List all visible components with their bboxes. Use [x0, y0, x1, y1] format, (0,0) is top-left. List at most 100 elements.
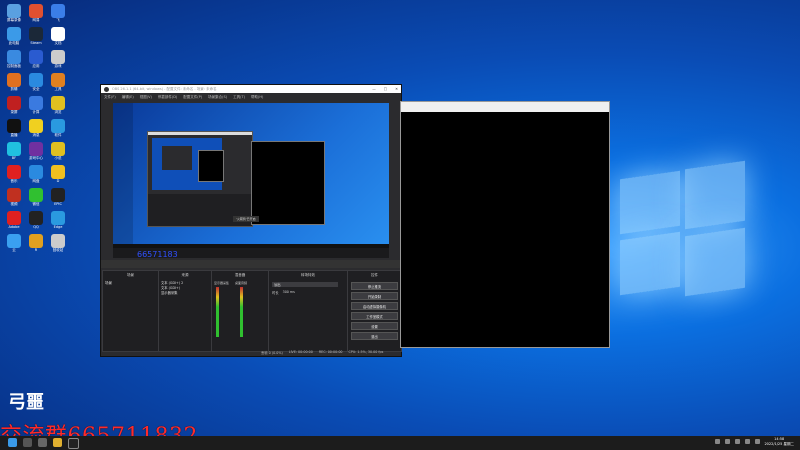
desktop-icon-label: 文档: [54, 41, 62, 45]
desktop-icon-grid: 屏幕录像 网易 飞此电脑 Steam 文档 控制面板 应用 游戏 剪辑 安全 工具 录屏 计算 浏览 直播 消…: [0, 0, 75, 440]
exit-button[interactable]: 退出: [351, 332, 398, 340]
preview-desktop-capture: '火箭筒'已开启: [113, 103, 389, 248]
transitions-dock-title: 转场特效: [301, 272, 315, 277]
sources-dock-title: 来源: [181, 272, 189, 277]
app-icon: [7, 165, 21, 179]
volume-meter[interactable]: [216, 287, 219, 337]
desktop-icon-label: 应用: [32, 64, 40, 68]
desktop-icon-label: 剪辑: [10, 87, 18, 91]
black-projector-window[interactable]: [400, 101, 610, 348]
app-icon: [51, 165, 65, 179]
preview-inner-obs-window: [147, 131, 253, 227]
desktop-icon-label: 软件: [54, 133, 62, 137]
app-icon: [7, 188, 21, 202]
app-icon: [51, 50, 65, 64]
desktop-icon-label: 云: [12, 248, 16, 252]
network-icon[interactable]: [745, 439, 750, 444]
settings-button[interactable]: 设置: [351, 322, 398, 330]
obs-docks: 场景 场景 来源 文本 (GDI+) 2 文本 (GDI+) 显示器采集 混音器…: [101, 260, 402, 356]
desktop-icon-label: R: [34, 248, 38, 252]
start-virtual-camera-button[interactable]: 启动虚拟摄像机: [351, 302, 398, 310]
status-live: LIVE: 00:00:00: [288, 350, 313, 354]
app-icon: [29, 188, 43, 202]
system-tray: [715, 439, 760, 444]
obs-title: OBS 26.1.1 (64-bit, windows) - 配置文件: 未命名…: [112, 86, 217, 91]
volume-icon[interactable]: [755, 439, 760, 444]
task-view-icon[interactable]: [38, 438, 47, 447]
desktop-icon-label: 屏幕录像: [7, 18, 21, 22]
tray-icon[interactable]: [725, 439, 730, 444]
app-icon: [29, 211, 43, 225]
menu-scene-collection[interactable]: 场景集合(S): [208, 95, 227, 100]
tray-icon[interactable]: [715, 439, 720, 444]
duration-label: 时长: [272, 291, 279, 295]
menu-docks[interactable]: 停靠部件(D): [158, 95, 177, 100]
desktop-icon-label: 计算: [32, 110, 40, 114]
duration-input[interactable]: 300 ms: [283, 290, 295, 295]
obs-preview[interactable]: '火箭筒'已开启 66571183: [113, 103, 389, 259]
scene-list-item[interactable]: 场景: [105, 281, 112, 286]
menu-tools[interactable]: 工具(T): [233, 95, 245, 100]
app-icon: [29, 165, 43, 179]
app-icon: [7, 234, 21, 248]
desktop-icon-label: Edge: [53, 225, 63, 229]
stop-streaming-button[interactable]: 停止推流: [351, 282, 398, 290]
explorer-icon[interactable]: [53, 438, 62, 447]
minimize-icon[interactable]: —: [372, 87, 376, 91]
sources-dock: 来源 文本 (GDI+) 2 文本 (GDI+) 显示器采集: [158, 270, 212, 352]
search-icon[interactable]: [23, 438, 32, 447]
obs-taskbar-icon[interactable]: [68, 438, 79, 449]
close-icon[interactable]: ✕: [395, 87, 398, 91]
taskbar-clock[interactable]: 14:58 2022/1/25 星期二: [764, 437, 794, 447]
obs-titlebar[interactable]: OBS 26.1.1 (64-bit, windows) - 配置文件: 未命名…: [101, 85, 401, 93]
status-dropped: 丢帧 0 (0.0%): [261, 351, 283, 355]
app-icon: [51, 73, 65, 87]
desktop-icon-label: Adobe: [8, 225, 20, 229]
start-recording-button[interactable]: 开始录制: [351, 292, 398, 300]
desktop-icon-label: 音乐: [10, 179, 18, 183]
app-icon: [7, 119, 21, 133]
desktop-icon-label: 网易: [32, 18, 40, 22]
desktop-icon-label: 安全: [32, 87, 40, 91]
desktop-icon-label: 工具: [54, 87, 62, 91]
obs-window[interactable]: OBS 26.1.1 (64-bit, windows) - 配置文件: 未命名…: [100, 84, 402, 357]
preview-notice: '火箭筒'已开启: [233, 216, 259, 222]
menu-help[interactable]: 帮助(H): [251, 95, 263, 100]
desktop-icon-label: 小说: [54, 156, 62, 160]
studio-mode-button[interactable]: 工作室模式: [351, 312, 398, 320]
desktop-icon-label: Steam: [30, 41, 42, 45]
menu-file[interactable]: 文件(F): [104, 95, 116, 100]
desktop-icon[interactable]: 回收站: [47, 234, 69, 260]
desktop-icon-label: 游戏: [54, 64, 62, 68]
desktop-icon-label: 此电脑: [8, 41, 20, 45]
source-item-display-capture[interactable]: 显示器采集: [161, 291, 183, 296]
desktop-icon-label: 直播: [10, 133, 18, 137]
desktop-icon[interactable]: 云: [3, 234, 25, 260]
mixer-track-desktop: 桌面音频: [235, 281, 248, 285]
transition-select[interactable]: 淡出: [272, 282, 338, 287]
desktop-icon-label: 录屏: [10, 110, 18, 114]
desktop-icon-label: 消息: [32, 133, 40, 137]
app-icon: [7, 73, 21, 87]
start-icon[interactable]: [8, 438, 17, 447]
desktop-icon[interactable]: R: [25, 234, 47, 260]
app-icon: [29, 96, 43, 110]
taskbar: 14:58 2022/1/25 星期二: [0, 436, 800, 450]
tray-icon[interactable]: [735, 439, 740, 444]
app-icon: [7, 142, 21, 156]
menu-edit[interactable]: 编辑(E): [122, 95, 134, 100]
maximize-icon[interactable]: □: [384, 87, 387, 91]
app-icon: [51, 96, 65, 110]
volume-meter[interactable]: [240, 287, 243, 337]
status-cpu: CPU: 1.5%, 30.00 fps: [348, 350, 384, 354]
app-icon: [51, 27, 65, 41]
menu-view[interactable]: 视图(V): [140, 95, 152, 100]
mixer-track-display: 显示器采集: [214, 281, 230, 285]
projector-titlebar[interactable]: [401, 102, 609, 112]
status-rec: REC: 00:00:00: [318, 350, 343, 354]
app-icon: [29, 73, 43, 87]
desktop-icon-label: 微信: [32, 202, 40, 206]
app-icon: [51, 188, 65, 202]
menu-profile[interactable]: 配置文件(P): [183, 95, 202, 100]
desktop-icon-label: 回收站: [52, 248, 64, 252]
